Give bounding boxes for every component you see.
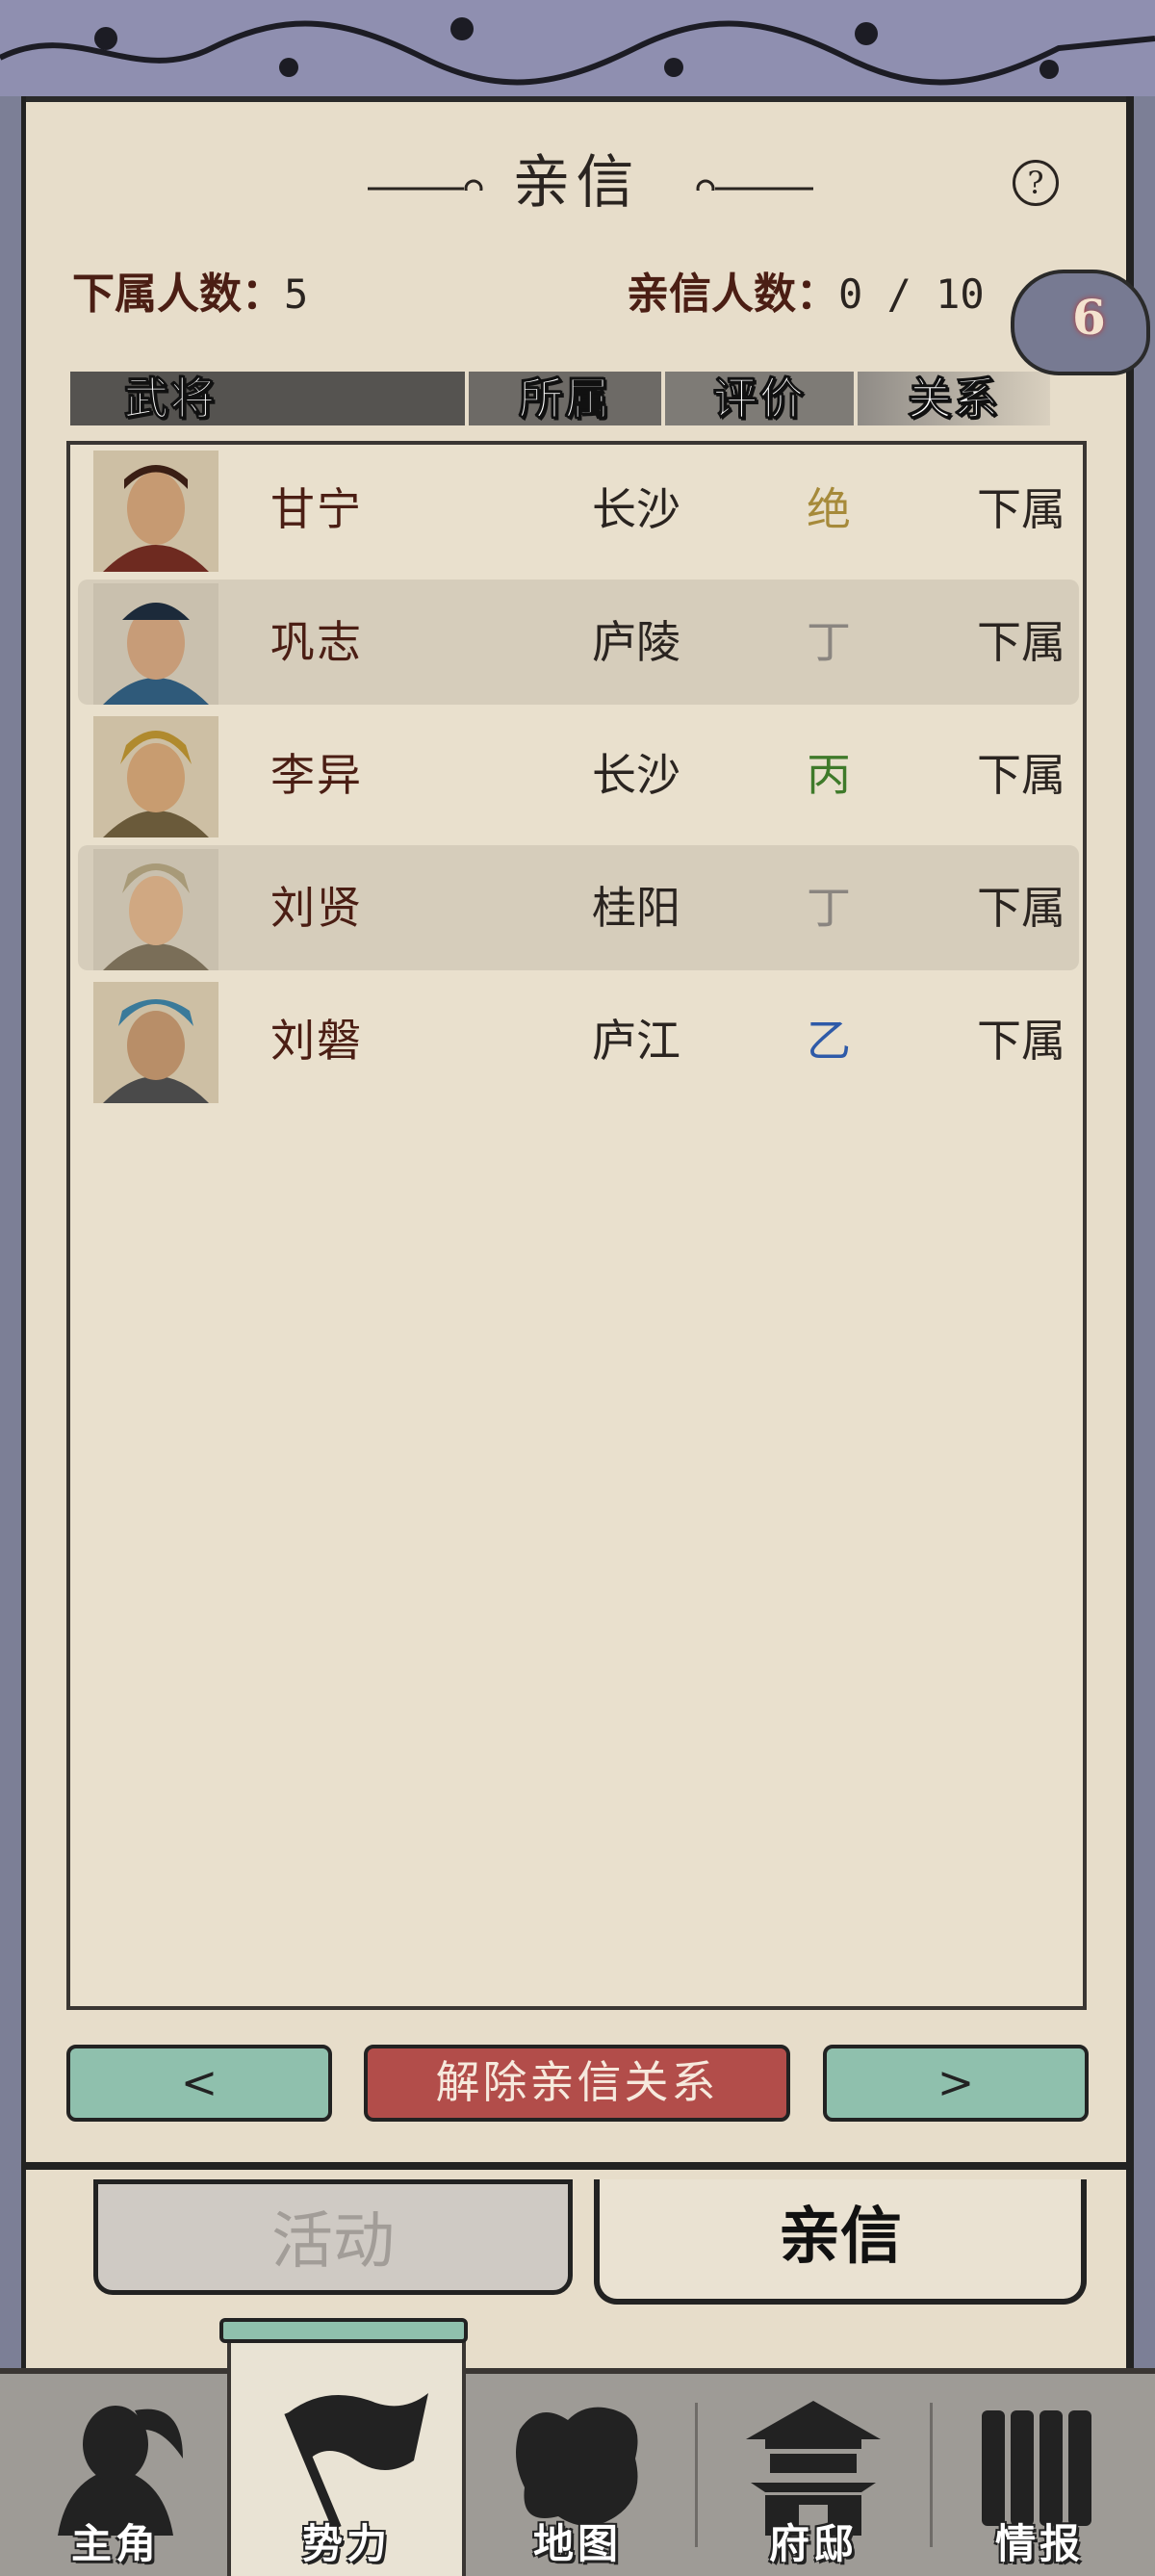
nav-label: 府邸 <box>768 2520 858 2567</box>
right-frame <box>1126 96 1155 2368</box>
next-page-button[interactable]: > <box>823 2045 1089 2122</box>
general-portrait-avatar <box>93 583 218 705</box>
left-frame <box>0 96 26 2368</box>
table-header: 武将 所属 评价 关系 <box>70 372 1110 429</box>
trusted-panel: 亲信 ? 下属人数：5 亲信人数：0 / 10 武将 所属 评价 关系 甘宁 长… <box>26 102 1126 2368</box>
nav-item-map[interactable]: 地图 <box>462 2374 693 2576</box>
general-rating: 乙 <box>807 1015 851 1067</box>
general-name: 巩志 <box>270 616 363 668</box>
subordinates-value: 5 <box>284 270 309 318</box>
general-faction: 庐陵 <box>592 616 680 668</box>
subtab-bar: 活动 亲信 <box>26 2162 1126 2368</box>
tab-activity[interactable]: 活动 <box>93 2179 573 2295</box>
dismiss-trusted-button[interactable]: 解除亲信关系 <box>364 2045 790 2122</box>
notification-badge[interactable]: 6 <box>1011 270 1150 375</box>
nav-label: 情报 <box>994 2520 1084 2567</box>
table-row[interactable]: 刘磐 庐江 乙 下属 <box>78 978 1079 1103</box>
help-icon[interactable]: ? <box>1013 160 1059 206</box>
column-header-relation: 关系 <box>858 372 1050 425</box>
general-relation: 下属 <box>977 882 1065 934</box>
trusted-count: 亲信人数：0 / 10 <box>627 266 985 323</box>
general-rating: 丁 <box>807 882 851 934</box>
nav-label: 地图 <box>532 2520 622 2567</box>
general-faction: 长沙 <box>592 749 680 801</box>
general-faction: 桂阳 <box>592 882 680 934</box>
nav-label: 势力 <box>301 2520 391 2567</box>
nav-item-intel[interactable]: 情报 <box>924 2374 1155 2576</box>
general-name: 甘宁 <box>270 483 363 535</box>
title-ornament-right-icon <box>696 179 813 191</box>
trusted-value: 0 / 10 <box>838 270 985 318</box>
general-rating: 绝 <box>807 483 851 535</box>
general-rating: 丙 <box>807 749 851 801</box>
floral-pattern-icon <box>0 17 1155 86</box>
tab-trusted[interactable]: 亲信 <box>594 2179 1087 2305</box>
active-tab-banner <box>219 2318 468 2343</box>
page-title: 亲信 <box>512 149 640 217</box>
general-rating: 丁 <box>807 616 851 668</box>
general-portrait-avatar <box>93 451 218 572</box>
table-row[interactable]: 巩志 庐陵 丁 下属 <box>78 580 1079 705</box>
table-row[interactable]: 刘贤 桂阳 丁 下属 <box>78 845 1079 970</box>
trusted-label: 亲信人数： <box>627 270 838 319</box>
general-portrait-avatar <box>93 849 218 970</box>
nav-item-hero[interactable]: 主角 <box>0 2374 231 2576</box>
general-relation: 下属 <box>977 1015 1065 1067</box>
prev-page-button[interactable]: < <box>66 2045 332 2122</box>
table-row[interactable]: 李异 长沙 丙 下属 <box>78 712 1079 837</box>
nav-item-mansion[interactable]: 府邸 <box>698 2374 929 2576</box>
nav-item-faction[interactable]: 势力 <box>219 2318 468 2576</box>
general-relation: 下属 <box>977 483 1065 535</box>
general-relation: 下属 <box>977 749 1065 801</box>
general-portrait-avatar <box>93 982 218 1103</box>
table-row[interactable]: 甘宁 长沙 绝 下属 <box>78 447 1079 572</box>
subtab-divider <box>26 2162 1126 2170</box>
column-header-general: 武将 <box>70 372 465 425</box>
general-faction: 长沙 <box>592 483 680 535</box>
bottom-nav: 主角 势力 地图 府邸 情报 <box>0 2318 1155 2576</box>
top-decorative-band <box>0 0 1155 102</box>
general-name: 刘磐 <box>270 1015 363 1067</box>
general-name: 刘贤 <box>270 882 363 934</box>
general-faction: 庐江 <box>592 1015 680 1067</box>
general-relation: 下属 <box>977 616 1065 668</box>
column-header-rating: 评价 <box>665 372 854 425</box>
flag-icon <box>284 2393 428 2528</box>
nav-label: 主角 <box>70 2520 160 2567</box>
badge-count: 6 <box>1072 289 1106 346</box>
subordinates-label: 下属人数： <box>72 270 284 319</box>
general-portrait-avatar <box>93 716 218 837</box>
general-name: 李异 <box>270 749 363 801</box>
subordinates-count: 下属人数：5 <box>72 266 308 323</box>
column-header-faction: 所属 <box>469 372 661 425</box>
general-list: 甘宁 长沙 绝 下属 巩志 庐陵 丁 下属 李异 长沙 丙 下属 刘贤 桂阳 丁… <box>66 441 1087 2010</box>
